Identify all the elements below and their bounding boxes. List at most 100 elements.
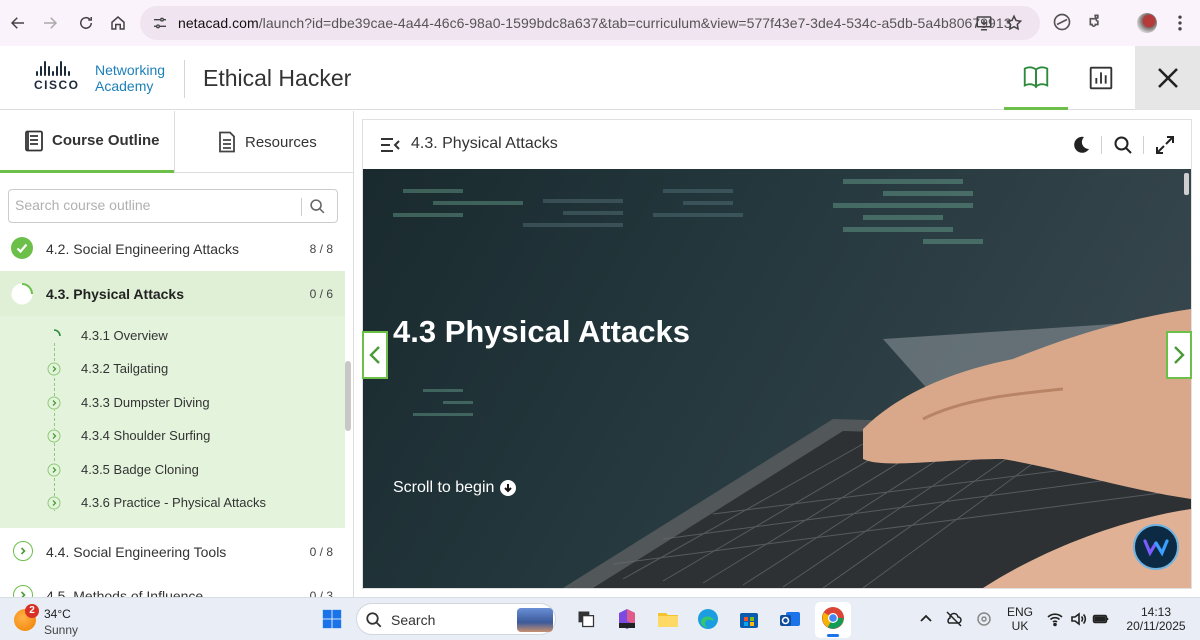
chevron-up-icon[interactable] xyxy=(917,610,935,628)
language-code: ENG xyxy=(1006,605,1033,619)
outline-search-input[interactable] xyxy=(15,197,295,213)
taskbar-search[interactable]: Search xyxy=(356,603,556,635)
home-icon[interactable] xyxy=(106,11,130,35)
topic-label: 4.3.6 Practice - Physical Attacks xyxy=(81,495,266,510)
topic-item-4-3-5[interactable]: 4.3.5 Badge Cloning xyxy=(0,455,345,485)
hero-keyboard-image xyxy=(393,179,1191,588)
bookmark-star-icon[interactable] xyxy=(1005,14,1023,32)
weather-notification-badge: 2 xyxy=(25,604,39,618)
vpn-shield-icon[interactable] xyxy=(975,610,993,628)
module-row-4-2[interactable]: 4.2. Social Engineering Attacks 8 / 8 xyxy=(0,235,345,261)
address-bar[interactable]: netacad.com/launch?id=dbe39cae-4a44-46c6… xyxy=(140,6,1040,40)
tab-resources-label: Resources xyxy=(245,133,317,151)
wifi-icon[interactable] xyxy=(1046,610,1064,628)
search-icon[interactable] xyxy=(309,198,326,215)
brand-line-2: Academy xyxy=(95,78,154,94)
cisco-wordmark: CISCO xyxy=(34,78,80,92)
dark-mode-icon[interactable] xyxy=(1071,135,1091,155)
topic-label: 4.3.5 Badge Cloning xyxy=(81,462,199,477)
site-info-icon[interactable] xyxy=(152,15,168,31)
tab-resources[interactable]: Resources xyxy=(175,111,353,173)
outlook-icon[interactable] xyxy=(776,605,804,633)
current-topic-icon xyxy=(47,329,61,343)
fullscreen-icon[interactable] xyxy=(1155,135,1175,155)
module-row-4-4[interactable]: 4.4. Social Engineering Tools 0 / 8 xyxy=(0,537,345,565)
sidebar-tabs: Course Outline Resources xyxy=(0,111,353,173)
topic-label: 4.3.4 Shoulder Surfing xyxy=(81,428,211,443)
resources-doc-icon xyxy=(219,131,235,153)
battery-icon[interactable] xyxy=(1092,610,1110,628)
language-indicator[interactable]: ENG UK xyxy=(1002,605,1038,633)
topic-item-4-3-6[interactable]: 4.3.6 Practice - Physical Attacks xyxy=(0,488,345,518)
microsoft-store-icon[interactable] xyxy=(735,605,763,633)
module-row-4-3[interactable]: 4.3. Physical Attacks 0 / 6 xyxy=(0,271,345,316)
tab-course-outline[interactable]: Course Outline xyxy=(0,111,174,173)
reload-icon[interactable] xyxy=(74,11,98,35)
assistant-badge-icon[interactable] xyxy=(1133,524,1179,570)
collapse-sidebar-icon[interactable] xyxy=(379,135,401,155)
topic-label: 4.3.1 Overview xyxy=(81,328,168,343)
topic-item-4-3-2[interactable]: 4.3.2 Tailgating xyxy=(0,354,345,384)
search-highlight-image xyxy=(517,608,553,632)
content-scrollbar[interactable] xyxy=(1184,173,1189,195)
scroll-to-begin[interactable]: Scroll to begin xyxy=(393,479,517,497)
chevron-right-icon xyxy=(47,429,61,443)
extensions-icon[interactable] xyxy=(1087,12,1107,32)
previous-page-button[interactable] xyxy=(362,331,388,379)
search-icon xyxy=(366,612,382,628)
module-progress-count: 0 / 6 xyxy=(309,287,333,301)
module-row-4-5[interactable]: 4.5. Methods of Influence 0 / 3 xyxy=(0,583,345,597)
cisco-bars-icon xyxy=(36,60,92,76)
close-course-button[interactable] xyxy=(1135,46,1200,110)
chevron-right-icon xyxy=(1174,346,1185,364)
toolbar-divider xyxy=(1143,136,1144,154)
profile-avatar[interactable] xyxy=(1137,13,1157,33)
close-icon xyxy=(1157,68,1178,88)
back-icon[interactable] xyxy=(6,11,30,35)
windows-start-icon[interactable] xyxy=(318,605,346,633)
outline-doc-icon xyxy=(25,130,43,151)
module-title: 4.3. Physical Attacks xyxy=(46,286,185,302)
weather-condition: Sunny xyxy=(44,623,79,637)
account-sync-icon[interactable] xyxy=(1052,12,1072,32)
sidebar-scrollbar[interactable] xyxy=(345,361,351,431)
networking-academy-label: Networking Academy xyxy=(95,62,165,94)
file-explorer-icon[interactable] xyxy=(654,605,682,633)
chevron-left-icon xyxy=(369,346,380,364)
topic-item-4-3-1[interactable]: 4.3.1 Overview xyxy=(0,321,345,351)
module-title: 4.2. Social Engineering Attacks xyxy=(46,241,240,257)
search-icon[interactable] xyxy=(1113,135,1133,155)
task-view-icon[interactable] xyxy=(572,605,600,633)
cisco-logo[interactable]: CISCO xyxy=(34,60,92,96)
course-book-button[interactable] xyxy=(1004,46,1068,110)
topic-item-4-3-4[interactable]: 4.3.4 Shoulder Surfing xyxy=(0,421,345,451)
topic-label: 4.3.3 Dumpster Diving xyxy=(81,395,210,410)
hero-banner: 4.3 Physical Attacks Scroll to begin xyxy=(363,169,1191,588)
app-header: CISCO Networking Academy Ethical Hacker xyxy=(0,46,1200,110)
grades-button[interactable] xyxy=(1069,46,1133,110)
forward-icon[interactable] xyxy=(38,11,62,35)
more-menu-icon[interactable] xyxy=(1170,12,1190,34)
cloud-offline-icon[interactable] xyxy=(945,610,963,628)
edge-icon[interactable] xyxy=(694,605,722,633)
chrome-icon xyxy=(822,607,844,629)
module-title: 4.4. Social Engineering Tools xyxy=(46,544,227,560)
in-progress-circle-icon xyxy=(11,283,33,305)
brand-line-1: Networking xyxy=(95,62,166,78)
course-title: Ethical Hacker xyxy=(203,65,352,91)
active-app-indicator xyxy=(827,634,839,637)
install-app-icon[interactable] xyxy=(975,14,993,32)
module-progress-count: 8 / 8 xyxy=(309,242,333,256)
taskbar-search-label: Search xyxy=(391,612,436,628)
volume-icon[interactable] xyxy=(1069,610,1087,628)
browser-toolbar: netacad.com/launch?id=dbe39cae-4a44-46c6… xyxy=(0,0,1200,46)
system-clock[interactable]: 14:13 20/11/2025 xyxy=(1118,605,1194,633)
weather-widget[interactable]: 2 34°C Sunny xyxy=(14,603,104,637)
tab-course-outline-label: Course Outline xyxy=(52,132,160,149)
outline-search xyxy=(8,189,338,223)
chrome-taskbar-button[interactable] xyxy=(815,602,851,638)
topic-item-4-3-3[interactable]: 4.3.3 Dumpster Diving xyxy=(0,388,345,418)
next-page-button[interactable] xyxy=(1166,331,1192,379)
url-host: netacad.com xyxy=(178,15,259,31)
m365-icon[interactable] xyxy=(613,605,641,633)
